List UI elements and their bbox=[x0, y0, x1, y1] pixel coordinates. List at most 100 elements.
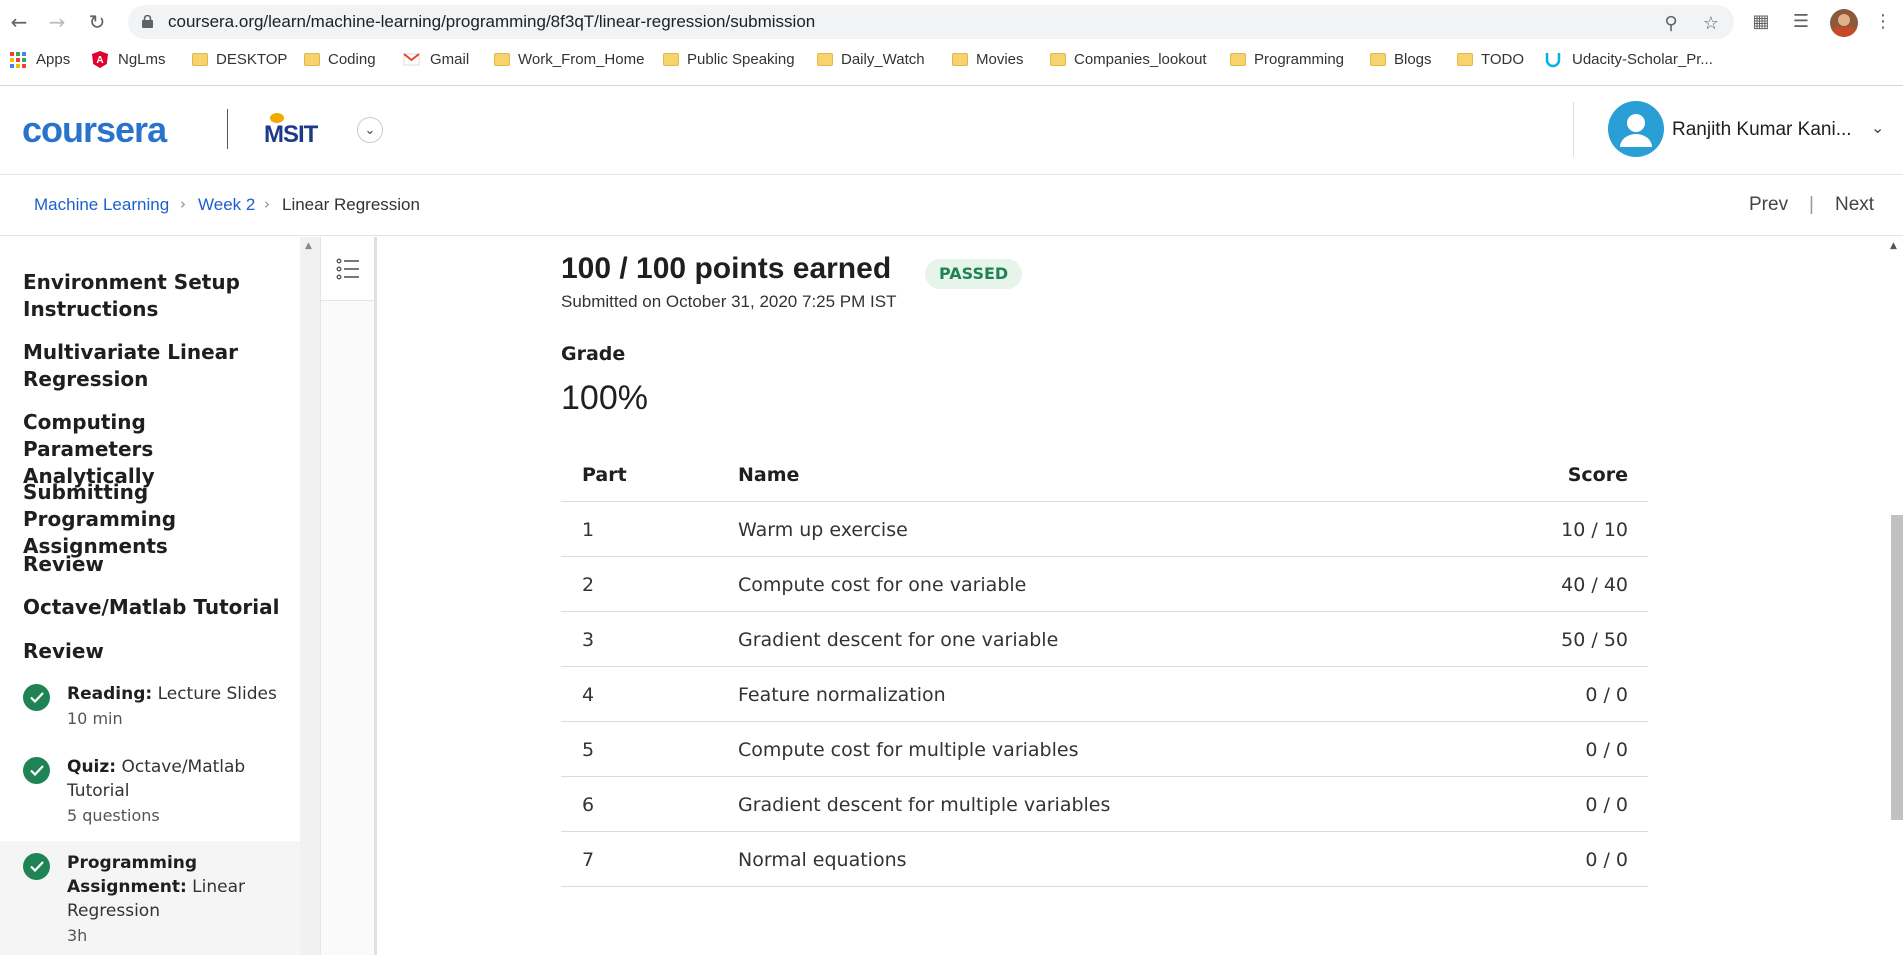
profile-avatar[interactable] bbox=[1830, 9, 1858, 37]
table-row: 3 Gradient descent for one variable 50 /… bbox=[561, 612, 1648, 667]
points-earned: 100 / 100 points earned bbox=[561, 252, 892, 285]
site-header: coursera MSIT ⌄ Ranjith Kumar Kani... ⌄ bbox=[0, 87, 1903, 175]
bookmark-public-speaking[interactable]: Public Speaking bbox=[663, 51, 795, 68]
sidebar-scrollbar[interactable]: ▲ bbox=[300, 237, 320, 955]
bookmark-daily-watch[interactable]: Daily_Watch bbox=[817, 51, 925, 68]
folder-icon bbox=[1230, 53, 1246, 66]
submitted-date: Submitted on October 31, 2020 7:25 PM IS… bbox=[561, 292, 897, 311]
sidebar-item-multivariate[interactable]: Multivariate Linear Regression bbox=[23, 339, 283, 393]
prev-next-divider: | bbox=[1809, 194, 1814, 215]
bookmark-nglms[interactable]: A NgLms bbox=[92, 51, 166, 68]
folder-icon bbox=[494, 53, 510, 66]
table-header: Part Name Score bbox=[561, 447, 1648, 502]
header-divider bbox=[1573, 102, 1574, 157]
main-scrollbar[interactable]: ▲ bbox=[1885, 237, 1903, 955]
menu-dots-icon[interactable]: ⋮ bbox=[1872, 10, 1894, 32]
bookmarks-bar: Apps A NgLms DESKTOP Coding Gmail Work_F… bbox=[0, 48, 1903, 78]
column-part: Part bbox=[582, 464, 627, 486]
table-row: 6 Gradient descent for multiple variable… bbox=[561, 777, 1648, 832]
star-icon[interactable]: ☆ bbox=[1701, 13, 1721, 34]
sidebar-item-review-2[interactable]: Review bbox=[23, 638, 283, 665]
bookmark-programming[interactable]: Programming bbox=[1230, 51, 1344, 68]
chevron-down-icon[interactable]: ⌄ bbox=[357, 117, 383, 143]
sidebar-item-environment-setup[interactable]: Environment Setup Instructions bbox=[23, 269, 283, 323]
sidebar-item-programming-assignment[interactable]: Programming Assignment: Linear Regressio… bbox=[0, 841, 300, 955]
course-sidebar: Environment Setup Instructions Multivari… bbox=[0, 237, 300, 955]
lock-icon bbox=[142, 15, 153, 28]
prev-button[interactable]: Prev bbox=[1749, 194, 1788, 216]
breadcrumb: Machine Learning › Week 2 › Linear Regre… bbox=[0, 176, 1903, 236]
menu-column bbox=[320, 237, 377, 955]
coursera-logo[interactable]: coursera bbox=[22, 109, 167, 151]
sidebar-item-submitting[interactable]: Submitting Programming Assignments bbox=[23, 479, 283, 560]
logo-divider bbox=[227, 109, 228, 149]
back-icon[interactable]: ← bbox=[6, 9, 32, 35]
media-icon[interactable]: ☰ bbox=[1790, 10, 1812, 32]
angular-icon: A bbox=[92, 51, 108, 68]
forward-icon[interactable]: → bbox=[44, 9, 70, 35]
grade-label: Grade bbox=[561, 343, 626, 365]
breadcrumb-current: Linear Regression bbox=[282, 195, 420, 214]
sidebar-item-review[interactable]: Review bbox=[23, 551, 283, 578]
bookmark-todo[interactable]: TODO bbox=[1457, 51, 1524, 68]
score-table: Part Name Score 1 Warm up exercise 10 / … bbox=[561, 447, 1648, 887]
bookmark-desktop[interactable]: DESKTOP bbox=[192, 51, 287, 68]
apps-icon bbox=[10, 51, 26, 68]
user-name[interactable]: Ranjith Kumar Kani... bbox=[1672, 119, 1852, 141]
sidebar-item-octave[interactable]: Octave/Matlab Tutorial bbox=[23, 594, 283, 621]
bookmark-companies-lookout[interactable]: Companies_lookout bbox=[1050, 51, 1207, 68]
scroll-up-icon[interactable]: ▲ bbox=[1890, 241, 1897, 251]
table-row: 5 Compute cost for multiple variables 0 … bbox=[561, 722, 1648, 777]
browser-chrome: ← → ↻ coursera.org/learn/machine-learnin… bbox=[0, 0, 1903, 86]
bookmark-apps[interactable]: Apps bbox=[10, 51, 70, 68]
grade-value: 100% bbox=[561, 379, 648, 417]
url-text: coursera.org/learn/machine-learning/prog… bbox=[168, 12, 816, 31]
address-bar[interactable]: coursera.org/learn/machine-learning/prog… bbox=[128, 5, 1734, 39]
folder-icon bbox=[1457, 53, 1473, 66]
table-row: 4 Feature normalization 0 / 0 bbox=[561, 667, 1648, 722]
extensions-icon[interactable]: ▦ bbox=[1750, 10, 1772, 32]
list-menu-button[interactable] bbox=[321, 237, 374, 301]
avatar[interactable] bbox=[1608, 101, 1664, 157]
zoom-icon[interactable]: ⚲ bbox=[1661, 13, 1681, 34]
scroll-up-icon[interactable]: ▲ bbox=[305, 241, 312, 251]
chevron-right-icon: › bbox=[264, 195, 270, 213]
breadcrumb-course[interactable]: Machine Learning bbox=[34, 195, 169, 215]
table-row: 1 Warm up exercise 10 / 10 bbox=[561, 502, 1648, 557]
reload-icon[interactable]: ↻ bbox=[84, 9, 110, 35]
folder-icon bbox=[952, 53, 968, 66]
gmail-icon bbox=[403, 53, 420, 66]
svg-text:A: A bbox=[96, 55, 103, 66]
bookmark-gmail[interactable]: Gmail bbox=[403, 51, 469, 68]
user-icon bbox=[1620, 114, 1652, 147]
scrollbar-thumb[interactable] bbox=[1891, 515, 1903, 820]
chevron-down-icon[interactable]: ⌄ bbox=[1871, 118, 1884, 137]
column-name: Name bbox=[738, 464, 800, 486]
chevron-right-icon: › bbox=[180, 195, 186, 213]
folder-icon bbox=[304, 53, 320, 66]
next-button[interactable]: Next bbox=[1835, 194, 1874, 216]
msit-logo[interactable]: MSIT bbox=[258, 109, 336, 149]
sidebar-item-lecture-slides[interactable]: Reading: Lecture Slides 10 min bbox=[23, 682, 293, 752]
submission-panel: 100 / 100 points earned PASSED Submitted… bbox=[380, 237, 1885, 955]
breadcrumb-week[interactable]: Week 2 bbox=[198, 195, 255, 215]
bookmark-coding[interactable]: Coding bbox=[304, 51, 376, 68]
table-row: 2 Compute cost for one variable 40 / 40 bbox=[561, 557, 1648, 612]
check-icon bbox=[23, 757, 50, 784]
bookmark-movies[interactable]: Movies bbox=[952, 51, 1024, 68]
bookmark-work-from-home[interactable]: Work_From_Home bbox=[494, 51, 644, 68]
sidebar-item-quiz[interactable]: Quiz: Octave/Matlab Tutorial 5 questions bbox=[23, 755, 293, 840]
folder-icon bbox=[817, 53, 833, 66]
bookmark-blogs[interactable]: Blogs bbox=[1370, 51, 1432, 68]
udacity-icon bbox=[1545, 53, 1561, 68]
column-score: Score bbox=[1567, 464, 1628, 486]
folder-icon bbox=[1370, 53, 1386, 66]
bookmark-udacity[interactable]: Udacity-Scholar_Pr... bbox=[1544, 51, 1713, 68]
check-icon bbox=[23, 853, 50, 880]
status-badge: PASSED bbox=[925, 259, 1023, 289]
list-icon bbox=[336, 258, 359, 279]
folder-icon bbox=[663, 53, 679, 66]
sidebar-item-computing-parameters[interactable]: Computing Parameters Analytically bbox=[23, 409, 283, 490]
folder-icon bbox=[192, 53, 208, 66]
check-icon bbox=[23, 684, 50, 711]
